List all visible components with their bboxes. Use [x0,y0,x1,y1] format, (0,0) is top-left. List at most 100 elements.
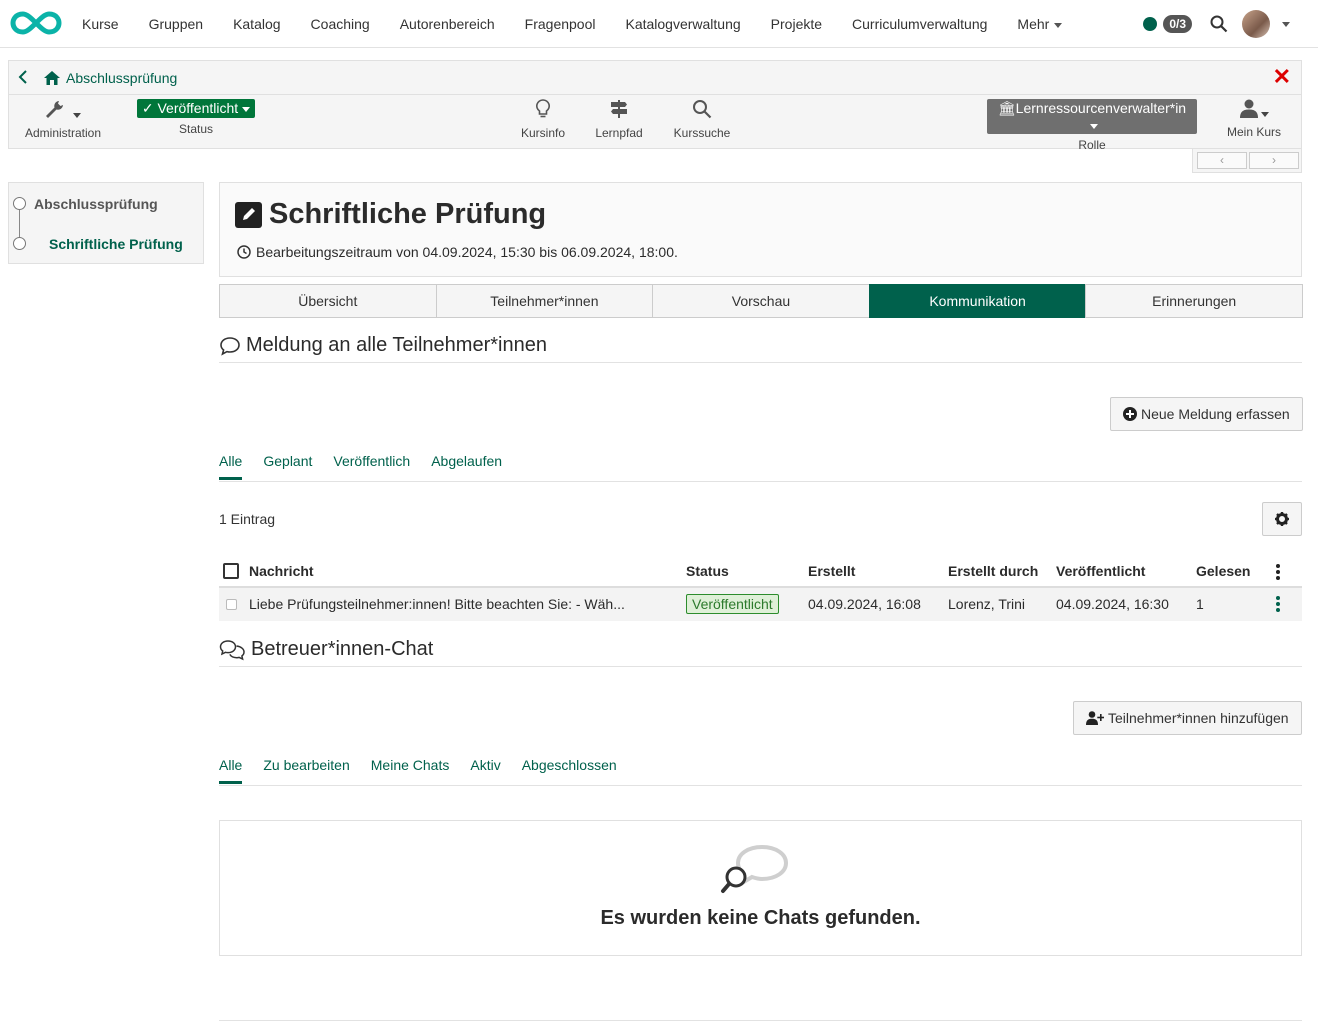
tab-teilnehmer[interactable]: Teilnehmer*innen [435,284,654,318]
menu-item-abschlusspruefung[interactable]: Abschlussprüfung [34,196,158,212]
tab-kommunikation[interactable]: Kommunikation [868,284,1087,318]
kurssuche-tool[interactable]: Kurssuche [667,99,737,140]
col-message[interactable]: Nachricht [249,563,314,579]
new-message-button[interactable]: Neue Meldung erfassen [1110,397,1303,431]
chat-filter-meine-chats[interactable]: Meine Chats [371,757,450,773]
avatar[interactable] [1242,10,1270,38]
filter-alle[interactable]: Alle [219,453,243,480]
lightbulb-icon [536,99,550,118]
course-menu: Abschlussprüfung Schriftliche Prüfung [8,182,204,264]
col-status[interactable]: Status [686,563,729,579]
select-all-checkbox[interactable] [223,563,239,579]
table-settings-button[interactable] [1262,502,1302,536]
chevron-down-icon[interactable] [1282,21,1290,27]
top-navigation: Kurse Gruppen Katalog Coaching Autorenbe… [0,0,1318,48]
main-tabs: Übersicht Teilnehmer*innen Vorschau Komm… [219,284,1303,318]
col-published[interactable]: Veröffentlicht [1056,563,1145,579]
chat-filter-zu-bearbeiten[interactable]: Zu bearbeiten [263,757,349,773]
menu-item-schriftliche-pruefung[interactable]: Schriftliche Prüfung [49,236,183,252]
institution-icon: 🏛 [997,100,1016,116]
breadcrumb-course-title[interactable]: Abschlussprüfung [66,70,177,86]
status-value: Veröffentlicht [157,100,239,116]
course-pager: ‹ › [1192,149,1302,173]
chevron-down-icon [1090,123,1098,129]
search-icon[interactable] [1210,15,1228,33]
divider [219,362,1302,363]
chat-filter-tabs: Alle Zu bearbeiten Meine Chats Aktiv Abg… [219,757,638,784]
chevron-down-icon [73,113,82,119]
chat-heading-text: Betreuer*innen-Chat [251,638,434,660]
nav-more[interactable]: Mehr [1017,16,1063,32]
table-row[interactable]: Liebe Prüfungsteilnehmer:innen! Bitte be… [219,588,1302,621]
row-actions-icon[interactable] [1276,596,1280,614]
status-dropdown[interactable]: ✓ Veröffentlicht [136,99,256,118]
row-created: 04.09.2024, 16:08 [808,596,921,612]
kursinfo-label: Kursinfo [520,126,566,140]
online-status-icon[interactable] [1143,17,1158,31]
chevron-down-icon [1054,22,1063,28]
nav-projekte[interactable]: Projekte [771,16,822,32]
nav-katalog[interactable]: Katalog [233,16,280,32]
chat-filter-aktiv[interactable]: Aktiv [470,757,500,773]
plus-circle-icon [1123,407,1137,421]
message-filter-tabs: Alle Geplant Veröffentlich Abgelaufen [219,453,523,480]
previous-button[interactable]: ‹ [1197,152,1247,169]
main-menu: Kurse Gruppen Katalog Coaching Autorenbe… [82,0,1092,48]
filter-abgelaufen[interactable]: Abgelaufen [431,453,502,469]
chat-filter-alle[interactable]: Alle [219,757,243,784]
mein-kurs-tool[interactable]: Mein Kurs [1219,99,1289,139]
column-options-icon[interactable] [1276,564,1280,582]
openolat-logo[interactable] [10,10,62,36]
home-icon[interactable] [44,71,60,85]
tab-vorschau[interactable]: Vorschau [652,284,870,318]
administration-tool[interactable]: Administration [23,99,103,140]
lernpfad-label: Lernpfad [595,126,643,140]
filter-geplant[interactable]: Geplant [263,453,312,469]
add-participants-button[interactable]: Teilnehmer*innen hinzufügen [1073,701,1302,735]
divider [219,481,1302,482]
nav-gruppen[interactable]: Gruppen [149,16,203,32]
tab-uebersicht[interactable]: Übersicht [219,284,437,318]
new-message-label: Neue Meldung erfassen [1141,406,1290,422]
add-participants-label: Teilnehmer*innen hinzufügen [1108,710,1289,726]
chat-filter-abgeschlossen[interactable]: Abgeschlossen [522,757,617,773]
col-created[interactable]: Erstellt [808,563,855,579]
next-button[interactable]: › [1249,152,1299,169]
role-dropdown[interactable]: 🏛Lernressourcenverwalter*in [987,99,1197,134]
chat-heading: Betreuer*innen-Chat [219,638,433,661]
tree-node-icon [13,197,26,210]
nav-right: 0/3 [1143,0,1290,48]
row-checkbox[interactable] [226,599,237,610]
status-badge: Veröffentlicht [686,594,779,614]
messages-heading: Meldung an alle Teilnehmer*innen [219,334,547,357]
divider [219,785,1302,786]
col-created-by[interactable]: Erstellt durch [948,563,1038,579]
nav-fragenpool[interactable]: Fragenpool [525,16,596,32]
administration-label: Administration [24,126,102,140]
empty-state-text: Es wurden keine Chats gefunden. [600,907,921,929]
nav-autorenbereich[interactable]: Autorenbereich [400,16,495,32]
role-tool: 🏛Lernressourcenverwalter*in Rolle [987,99,1197,152]
course-toolbar: Abschlussprüfung ✕ Administration ✓ Verö… [8,60,1302,152]
nav-katalogverwaltung[interactable]: Katalogverwaltung [625,16,740,32]
back-icon[interactable] [18,70,28,89]
wrench-icon [45,101,70,122]
clock-icon [237,245,251,259]
notification-counter[interactable]: 0/3 [1163,15,1192,33]
lernpfad-tool[interactable]: Lernpfad [589,99,649,140]
status-tool: ✓ Veröffentlicht Status [134,99,258,136]
nav-kurse[interactable]: Kurse [82,16,119,32]
messages-heading-text: Meldung an alle Teilnehmer*innen [246,334,547,356]
kursinfo-tool[interactable]: Kursinfo [513,99,573,140]
filter-veroeffentlicht[interactable]: Veröffentlich [333,453,410,469]
nav-coaching[interactable]: Coaching [311,16,370,32]
nav-curriculumverwaltung[interactable]: Curriculumverwaltung [852,16,987,32]
user-plus-icon [1086,711,1104,725]
user-icon [1239,99,1258,118]
row-read: 1 [1196,596,1204,612]
page-title: Schriftliche Prüfung [269,198,547,230]
row-message[interactable]: Liebe Prüfungsteilnehmer:innen! Bitte be… [249,596,625,612]
close-icon[interactable]: ✕ [1273,66,1291,88]
tab-erinnerungen[interactable]: Erinnerungen [1085,284,1303,318]
col-read[interactable]: Gelesen [1196,563,1250,579]
